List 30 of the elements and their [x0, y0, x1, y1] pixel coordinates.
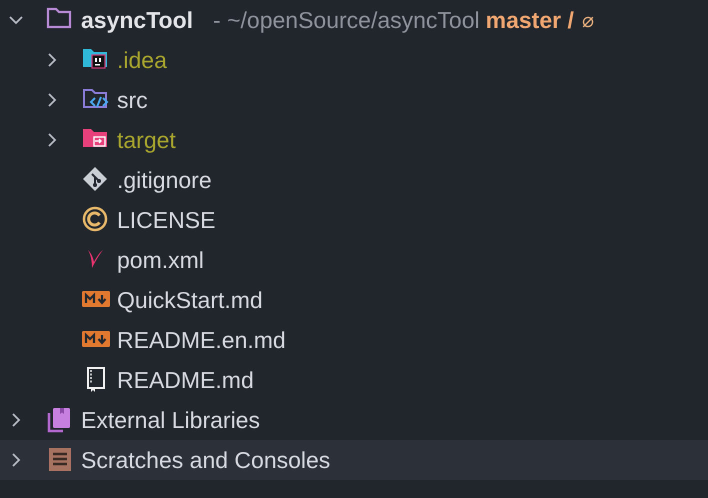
scratches-icon [46, 446, 74, 474]
tree-row[interactable]: README.md [0, 360, 708, 400]
tree-row[interactable]: External Libraries [0, 400, 708, 440]
file-name: External Libraries [81, 406, 260, 434]
file-name: src [117, 86, 148, 114]
file-name: target [117, 126, 176, 154]
tree-row[interactable]: Scratches and Consoles [0, 440, 708, 480]
tree-row[interactable]: .idea [0, 40, 708, 80]
project-path: - ~/openSource/asyncTool [213, 6, 480, 34]
tree-row[interactable]: QuickStart.md [0, 280, 708, 320]
tree-row[interactable]: asyncTool - ~/openSource/asyncTool master / ⌀ [0, 0, 708, 40]
tree-row[interactable]: target [0, 120, 708, 160]
tree-row[interactable]: .gitignore [0, 160, 708, 200]
file-name: asyncTool [81, 6, 194, 34]
file-name: README.md [117, 366, 254, 394]
git-branch: master / [486, 6, 574, 34]
file-name: pom.xml [117, 246, 204, 274]
tree-row[interactable]: pom.xml [0, 240, 708, 280]
git-icon [82, 166, 110, 194]
file-name: .idea [117, 46, 167, 74]
tree-row[interactable]: src [0, 80, 708, 120]
branch-status: ⌀ [582, 8, 594, 32]
file-name: Scratches and Consoles [81, 446, 330, 474]
tree-row[interactable]: README.en.md [0, 320, 708, 360]
file-name: README.en.md [117, 326, 286, 354]
file-name: .gitignore [117, 166, 212, 194]
file-name: QuickStart.md [117, 286, 263, 314]
tree-row[interactable]: LICENSE [0, 200, 708, 240]
file-name: LICENSE [117, 206, 216, 234]
copyright-icon [82, 206, 110, 234]
